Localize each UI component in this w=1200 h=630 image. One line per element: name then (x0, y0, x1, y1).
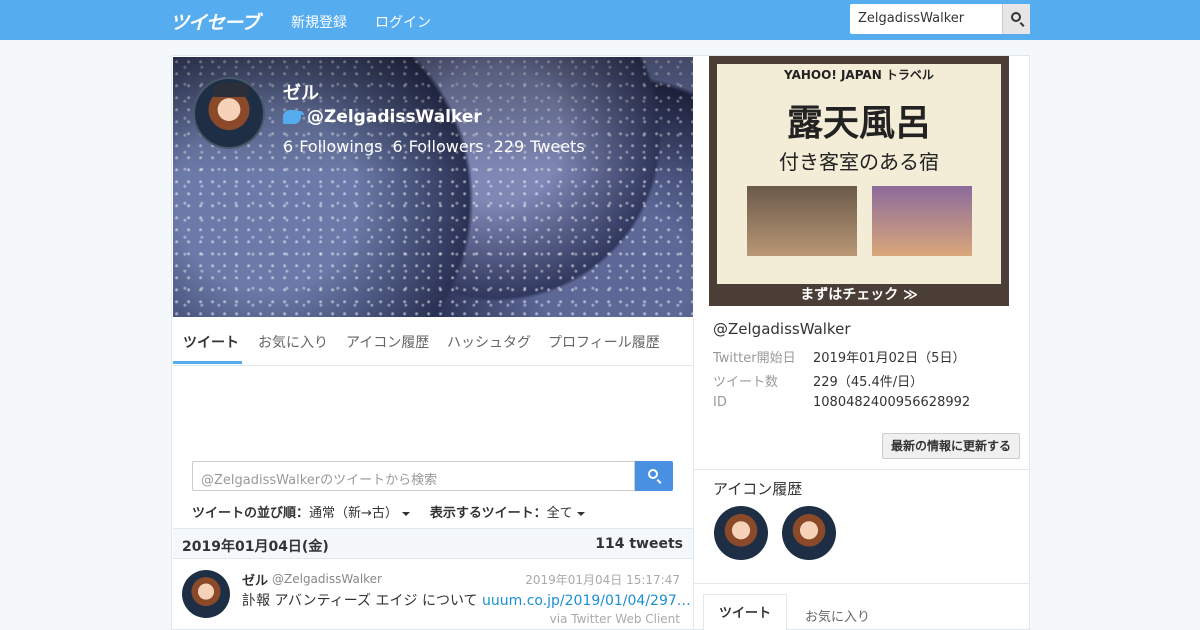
followers-stat[interactable]: 6 Followers (392, 137, 483, 156)
header-search-button[interactable] (1002, 4, 1030, 34)
tweet-author-handle[interactable]: @ZelgadissWalker (272, 572, 382, 586)
tab-profile-history[interactable]: プロフィール履歴 (548, 332, 660, 352)
ad-subline: 付き客室のある宿 (779, 150, 939, 174)
profile-cover: ゼル @ZelgadissWalker 6 Followings 6 Followe… (173, 57, 693, 317)
nav-signup-link[interactable]: 新規登録 (291, 12, 347, 32)
tweet-client: via Twitter Web Client (549, 612, 680, 626)
top-bar: ツイセーブ 新規登録 ログイン ZelgadissWalker (0, 0, 1200, 40)
ad-banner[interactable]: YAHOO! JAPAN トラベル 露天風呂 付き客室のある宿 まずはチェック … (709, 56, 1009, 306)
tab-favorites[interactable]: お気に入り (258, 332, 328, 352)
day-tweet-count: 114 tweets (595, 536, 683, 552)
tweet-search-input[interactable]: @ZelgadissWalkerのツイートから検索 (192, 461, 635, 491)
day-header: 2019年01月04日(金) 114 tweets (173, 528, 693, 559)
search-icon (1011, 12, 1021, 22)
site-logo[interactable]: ツイセーブ (170, 8, 260, 35)
ad-photo (872, 186, 972, 256)
sidebar-row-tweet-count: ツイート数 229（45.4件/日） (713, 375, 924, 390)
header-search-input[interactable]: ZelgadissWalker (858, 11, 964, 26)
sort-order-dropdown[interactable]: ツイートの並び順：通常（新→古） (192, 502, 410, 521)
chevron-down-icon (576, 511, 585, 516)
icon-history-avatar[interactable] (714, 506, 768, 560)
tweet-avatar[interactable] (182, 570, 230, 618)
ad-headline: 露天風呂 (786, 102, 931, 144)
tweet-search-button[interactable] (635, 461, 673, 491)
profile-name: ゼル (283, 83, 319, 104)
tweet-timestamp[interactable]: 2019年01月04日 15:17:47 (525, 571, 680, 588)
twitter-bird-icon (283, 110, 304, 124)
tweet-text: 訃報 アバンティーズ エイジ について uuum.co.jp/2019/01/0… (242, 593, 691, 609)
update-info-button[interactable]: 最新の情報に更新する (882, 433, 1020, 459)
profile-handle[interactable]: @ZelgadissWalker (283, 107, 482, 127)
profile-tabs: ツイート お気に入り アイコン履歴 ハッシュタグ プロフィール履歴 (173, 318, 693, 366)
sidebar-tab-favorites[interactable]: お気に入り (805, 606, 870, 625)
avatar[interactable] (193, 77, 265, 149)
ad-cta[interactable]: まずはチェック ≫ (717, 284, 1001, 304)
search-icon (648, 469, 658, 479)
sidebar-handle: @ZelgadissWalker (713, 320, 851, 338)
profile-handle-text: @ZelgadissWalker (307, 107, 482, 127)
tab-hashtags[interactable]: ハッシュタグ (447, 332, 531, 352)
header-search: ZelgadissWalker (850, 4, 1030, 34)
icon-history-avatar[interactable] (782, 506, 836, 560)
day-date: 2019年01月04日(金) (182, 539, 329, 555)
tab-icon-history[interactable]: アイコン履歴 (346, 332, 429, 352)
sidebar-tab-tweets[interactable]: ツイート (703, 594, 787, 630)
sidebar-row-start-date: Twitter開始日 2019年01月02日（5日） (713, 351, 966, 366)
icon-history-title: アイコン履歴 (713, 480, 803, 498)
profile-stats: 6 Followings 6 Followers 229 Tweets (283, 137, 585, 156)
chevron-down-icon (401, 511, 410, 516)
nav-login-link[interactable]: ログイン (375, 12, 431, 32)
sort-controls: ツイートの並び順：通常（新→古） 表示するツイート：全て (192, 502, 585, 521)
followings-stat[interactable]: 6 Followings (283, 137, 382, 156)
tab-active-indicator (173, 361, 242, 364)
tweet-author-name[interactable]: ゼル (242, 570, 268, 589)
divider (693, 469, 1030, 470)
tweet-filter-dropdown[interactable]: 表示するツイート：全て (430, 502, 585, 521)
ad-brand: YAHOO! JAPAN トラベル (784, 68, 934, 82)
tab-tweets[interactable]: ツイート (183, 332, 239, 352)
tweets-stat[interactable]: 229 Tweets (494, 137, 585, 156)
ad-photo (747, 186, 857, 256)
main-container: ゼル @ZelgadissWalker 6 Followings 6 Followe… (171, 55, 1030, 630)
divider (693, 583, 1030, 584)
sidebar-row-id: ID 1080482400956628992 (713, 395, 971, 410)
tweet-link[interactable]: uuum.co.jp/2019/01/04/297… (482, 593, 691, 609)
